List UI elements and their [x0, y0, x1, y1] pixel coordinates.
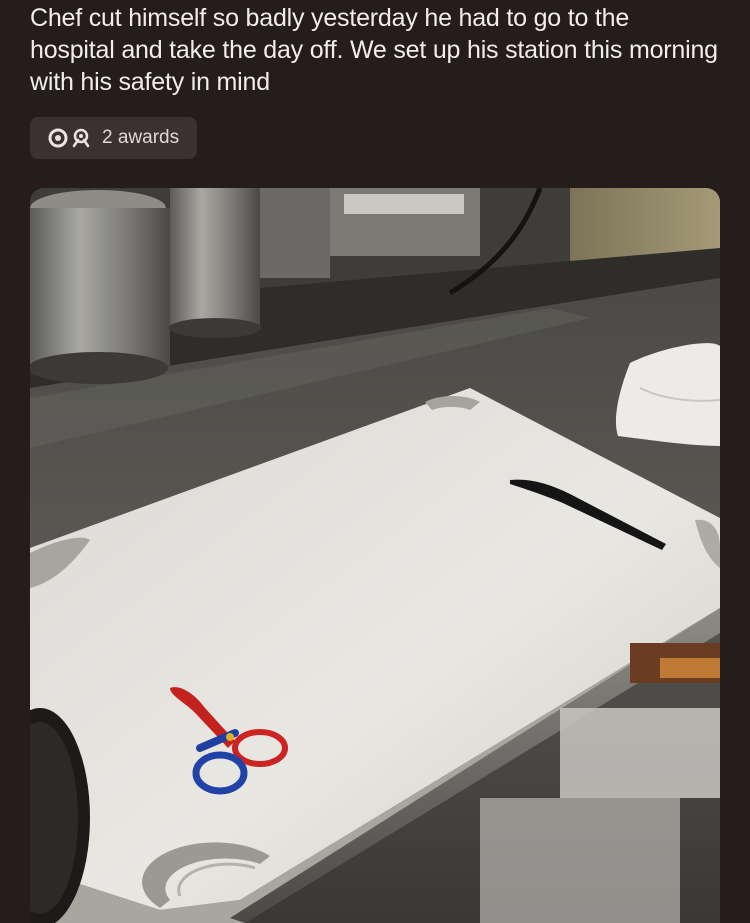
post-title[interactable]: Chef cut himself so badly yesterday he h…: [30, 2, 720, 98]
post-card: Chef cut himself so badly yesterday he h…: [0, 0, 750, 923]
award-icons: [48, 128, 92, 148]
post-image[interactable]: [30, 188, 720, 923]
helpful-award-icon: [72, 128, 90, 148]
awards-count: 2 awards: [102, 127, 180, 148]
silver-award-icon: [48, 128, 68, 148]
kitchen-station-photo: [30, 188, 720, 923]
awards-button[interactable]: 2 awards: [30, 117, 198, 159]
